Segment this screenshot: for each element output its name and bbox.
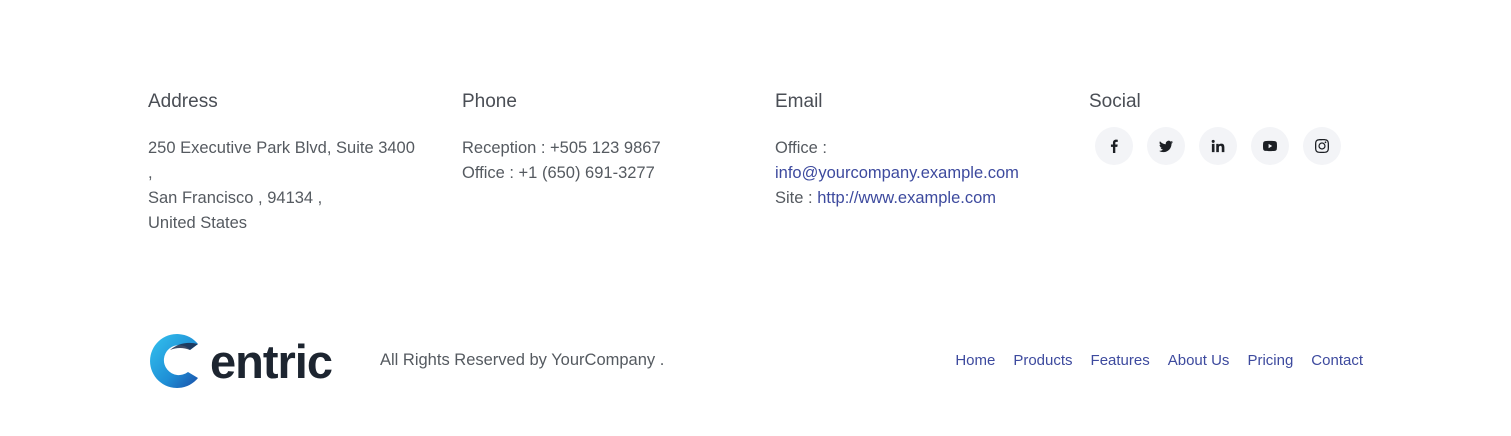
address-line-4: United States [148,214,248,232]
address-section: Address 250 Executive Park Blvd, Suite 3… [148,90,448,236]
address-line-3: San Francisco , 94134 , [148,189,323,207]
nav-contact[interactable]: Contact [1311,352,1363,369]
email-section: Email Office : info@yourcompany.example.… [775,90,1075,211]
company-logo[interactable]: entric [148,332,348,390]
footer: Address 250 Executive Park Blvd, Suite 3… [0,0,1511,436]
nav-home[interactable]: Home [955,352,995,369]
youtube-button[interactable] [1251,127,1289,165]
facebook-button[interactable] [1095,127,1133,165]
address-line-2: , [148,164,153,182]
phone-heading: Phone [462,91,517,112]
email-heading: Email [775,91,823,112]
footer-nav: Home Products Features About Us Pricing … [955,352,1363,369]
nav-pricing[interactable]: Pricing [1247,352,1293,369]
site-label: Site : [775,189,813,207]
site-link[interactable]: http://www.example.com [817,189,996,207]
linkedin-button[interactable] [1199,127,1237,165]
nav-products[interactable]: Products [1013,352,1072,369]
reception-phone: Reception : +505 123 9867 [462,139,661,157]
social-heading: Social [1089,91,1141,112]
youtube-icon [1263,140,1277,152]
instagram-icon [1315,139,1329,153]
office-phone: Office : +1 (650) 691-3277 [462,164,655,182]
office-email-link[interactable]: info@yourcompany.example.com [775,161,1075,186]
logo-text: entric [210,334,333,388]
phone-section: Phone Reception : +505 123 9867 Office :… [462,90,762,186]
twitter-button[interactable] [1147,127,1185,165]
nav-features[interactable]: Features [1091,352,1150,369]
twitter-icon [1159,140,1173,153]
instagram-button[interactable] [1303,127,1341,165]
office-email-label: Office : [775,139,827,157]
nav-about-us[interactable]: About Us [1168,352,1230,369]
footer-bottom-bar: entric All Rights Reserved by YourCompan… [148,332,1363,390]
social-section: Social [1089,90,1389,165]
address-line-1: 250 Executive Park Blvd, Suite 3400 [148,139,415,157]
linkedin-icon [1211,139,1225,153]
copyright-text: All Rights Reserved by YourCompany . [380,351,665,369]
logo-c-mark [150,334,198,388]
address-heading: Address [148,91,218,112]
facebook-icon [1110,139,1118,153]
